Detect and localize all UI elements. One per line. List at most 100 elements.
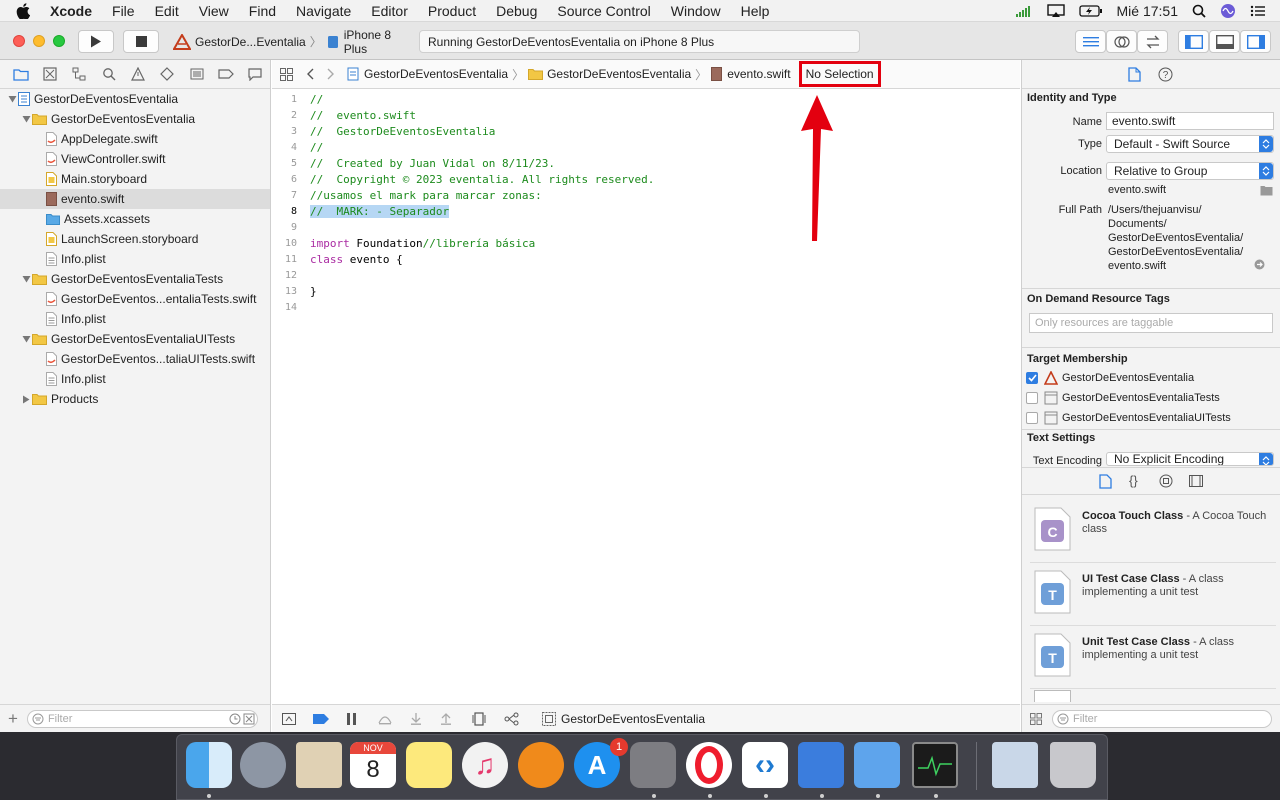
- issue-navigator-icon[interactable]: [123, 67, 152, 81]
- target-row-app[interactable]: GestorDeEventosEventalia: [1026, 369, 1194, 387]
- checkbox-unchecked-icon[interactable]: [1026, 412, 1038, 424]
- navigator-file-row[interactable]: LaunchScreen.storyboard: [0, 229, 270, 249]
- navigator-filter-input[interactable]: Filter: [26, 709, 258, 728]
- target-row-tests[interactable]: GestorDeEventosEventaliaTests: [1026, 389, 1220, 407]
- library-template-item-partial[interactable]: [1034, 690, 1071, 702]
- code-line[interactable]: 3 // GestorDeEventosEventalia: [272, 123, 1018, 139]
- airplay-icon[interactable]: [1046, 4, 1065, 18]
- checkbox-unchecked-icon[interactable]: [1026, 392, 1038, 404]
- step-into-icon[interactable]: [410, 712, 422, 725]
- code-line[interactable]: 2 // evento.swift: [272, 107, 1018, 123]
- menu-find[interactable]: Find: [249, 3, 276, 19]
- launchpad-icon[interactable]: [240, 742, 286, 788]
- wifi-bars-icon[interactable]: [1015, 5, 1033, 17]
- navigator-file-row[interactable]: evento.swift: [0, 189, 270, 209]
- code-line[interactable]: 14: [272, 299, 1018, 315]
- version-editor-button[interactable]: [1137, 30, 1168, 53]
- disclosure-open-icon[interactable]: [20, 115, 32, 123]
- library-filter-input[interactable]: Filter: [1052, 709, 1272, 728]
- disclosure-open-icon[interactable]: [6, 95, 18, 103]
- location-popup[interactable]: Relative to Group: [1106, 162, 1274, 180]
- navigator-group-row[interactable]: GestorDeEventosEventalia: [0, 109, 270, 129]
- test-navigator-icon[interactable]: [153, 67, 182, 81]
- calendar-icon[interactable]: NOV 8: [350, 742, 396, 788]
- library-template-item[interactable]: T UI Test Case Class - A class implementi…: [1030, 564, 1276, 626]
- memory-graph-icon[interactable]: [504, 712, 520, 726]
- close-window-button[interactable]: [13, 35, 25, 47]
- scm-filter-icon[interactable]: [243, 713, 255, 725]
- navigator-file-row[interactable]: Info.plist: [0, 249, 270, 269]
- text-encoding-popup[interactable]: No Explicit Encoding: [1106, 452, 1274, 466]
- report-navigator-icon[interactable]: [241, 67, 270, 81]
- opera-icon[interactable]: [686, 742, 732, 788]
- code-line[interactable]: 4 //: [272, 139, 1018, 155]
- finder-icon[interactable]: [186, 742, 232, 788]
- menu-source-control[interactable]: Source Control: [557, 3, 650, 19]
- trash-icon[interactable]: [1050, 742, 1096, 788]
- code-snippet-library-icon[interactable]: {}: [1129, 473, 1138, 488]
- siri-icon[interactable]: [1220, 3, 1236, 19]
- downloads-folder-icon[interactable]: [992, 742, 1038, 788]
- file-inspector-icon[interactable]: [1128, 67, 1141, 82]
- navigator-group-row[interactable]: GestorDeEventosEventaliaTests: [0, 269, 270, 289]
- target-row-uitests[interactable]: GestorDeEventosEventaliaUITests: [1026, 409, 1231, 427]
- back-arrow-icon[interactable]: [306, 68, 314, 80]
- choose-location-folder-icon[interactable]: [1260, 185, 1273, 196]
- stop-button[interactable]: [123, 30, 159, 53]
- navigator-file-row[interactable]: Main.storyboard: [0, 169, 270, 189]
- related-items-icon[interactable]: [280, 67, 293, 81]
- toggle-debug-area-button[interactable]: [1209, 30, 1240, 53]
- code-line[interactable]: 13}: [272, 283, 1018, 299]
- file-name-field[interactable]: evento.swift: [1106, 112, 1274, 130]
- code-line[interactable]: 8 // MARK: - Separador: [272, 203, 1018, 219]
- menu-navigate[interactable]: Navigate: [296, 3, 351, 19]
- notification-center-icon[interactable]: [1250, 5, 1266, 17]
- menu-app-name[interactable]: Xcode: [50, 3, 92, 19]
- library-template-item[interactable]: C Cocoa Touch Class - A Cocoa Touch class: [1030, 501, 1276, 563]
- breadcrumb-project[interactable]: GestorDeEventosEventalia: [364, 67, 508, 81]
- navigator-file-row[interactable]: ViewController.swift: [0, 149, 270, 169]
- simulator-icon[interactable]: [854, 742, 900, 788]
- code-line[interactable]: 1 //: [272, 91, 1018, 107]
- disclosure-closed-icon[interactable]: [20, 395, 32, 404]
- run-button[interactable]: [78, 30, 114, 53]
- menu-file[interactable]: File: [112, 3, 135, 19]
- navigator-file-row[interactable]: Info.plist: [0, 309, 270, 329]
- books-icon[interactable]: [518, 742, 564, 788]
- system-preferences-icon[interactable]: [630, 742, 676, 788]
- notes-icon[interactable]: [406, 742, 452, 788]
- grid-view-icon[interactable]: [1030, 712, 1042, 725]
- view-hierarchy-icon[interactable]: [472, 711, 486, 726]
- code-line[interactable]: 10 import Foundation//librería básica: [272, 235, 1018, 251]
- spotlight-search-icon[interactable]: [1192, 4, 1206, 18]
- source-control-icon[interactable]: [35, 67, 64, 81]
- checkbox-checked-icon[interactable]: [1026, 372, 1038, 384]
- navigator-file-row[interactable]: GestorDeEventos...taliaUITests.swift: [0, 349, 270, 369]
- menu-edit[interactable]: Edit: [155, 3, 179, 19]
- vscode-icon[interactable]: ‹›: [742, 742, 788, 788]
- code-line[interactable]: 11 class evento {: [272, 251, 1018, 267]
- reveal-in-finder-icon[interactable]: [1254, 259, 1265, 270]
- quick-help-icon[interactable]: ?: [1158, 67, 1173, 82]
- zoom-window-button[interactable]: [53, 35, 65, 47]
- navigator-group-row[interactable]: Products: [0, 389, 270, 409]
- menu-window[interactable]: Window: [671, 3, 721, 19]
- menu-editor[interactable]: Editor: [371, 3, 408, 19]
- navigator-file-row[interactable]: AppDelegate.swift: [0, 129, 270, 149]
- navigator-group-row[interactable]: GestorDeEventosEventalia: [0, 89, 270, 109]
- object-library-icon[interactable]: [1159, 474, 1173, 488]
- code-area[interactable]: 1 // 2 // evento.swift 3 // GestorDeEventosEv…: [272, 89, 1020, 703]
- forward-arrow-icon[interactable]: [327, 68, 335, 80]
- breakpoints-toggle-icon[interactable]: [313, 713, 329, 724]
- disclosure-open-icon[interactable]: [20, 335, 32, 343]
- debug-navigator-icon[interactable]: [182, 68, 211, 80]
- music-icon[interactable]: ♫: [462, 742, 508, 788]
- code-line[interactable]: 12: [272, 267, 1018, 283]
- pause-icon[interactable]: [346, 712, 358, 725]
- file-template-library-icon[interactable]: [1099, 474, 1112, 489]
- breakpoint-navigator-icon[interactable]: [211, 68, 240, 80]
- activity-monitor-icon[interactable]: [912, 742, 958, 788]
- contacts-photos-icon[interactable]: [296, 742, 342, 788]
- file-type-popup[interactable]: Default - Swift Source: [1106, 135, 1274, 153]
- navigator-file-row[interactable]: Info.plist: [0, 369, 270, 389]
